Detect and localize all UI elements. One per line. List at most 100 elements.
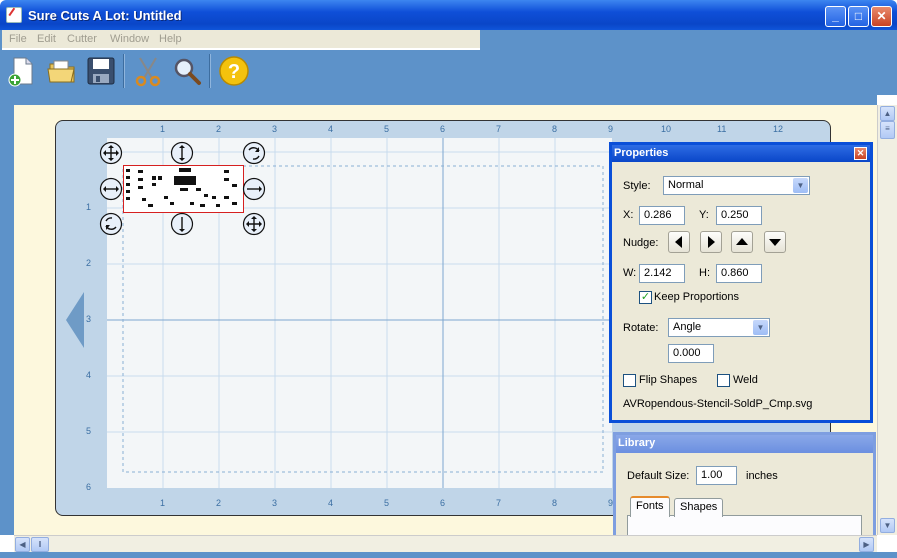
scroll-left-arrow-icon[interactable] — [66, 292, 84, 348]
resize-right-handle-icon[interactable] — [242, 177, 266, 201]
default-size-unit: inches — [746, 470, 778, 482]
scroll-right-icon[interactable]: ▶ — [859, 537, 874, 552]
chevron-down-icon[interactable]: ▼ — [753, 320, 768, 335]
ruler-tick: 12 — [773, 124, 784, 134]
menu-bar: File Edit Cutter Window Help — [0, 30, 897, 50]
x-input[interactable]: 0.286 — [639, 206, 685, 225]
ruler-tick: 4 — [328, 124, 334, 134]
flip-shapes-label: Flip Shapes — [639, 374, 698, 386]
ruler-tick: 2 — [216, 498, 222, 508]
vertical-scroll-thumb[interactable]: ≡ — [880, 121, 895, 139]
vertical-scrollbar[interactable]: ▲ ≡ ▼ — [877, 105, 897, 535]
ruler-tick: 2 — [86, 258, 92, 268]
nudge-label: Nudge: — [623, 237, 659, 249]
resize-corner-handle-icon[interactable] — [242, 212, 266, 236]
move-handle-icon[interactable] — [99, 141, 123, 165]
resize-vertical-handle-icon[interactable] — [170, 141, 194, 165]
menu-cutter[interactable]: Cutter — [67, 33, 97, 45]
width-input[interactable]: 2.142 — [639, 264, 685, 283]
nudge-left-button[interactable] — [668, 231, 690, 253]
maximize-button[interactable]: □ — [848, 6, 869, 27]
ruler-tick: 6 — [86, 482, 92, 492]
h-label: H: — [699, 267, 710, 279]
library-title-bar: Library — [616, 435, 873, 453]
w-label: W: — [623, 267, 637, 279]
rotate-handle-icon[interactable] — [242, 141, 266, 165]
ruler-tick: 9 — [608, 124, 614, 134]
library-panel: Library Default Size: 1.00 inches Fonts … — [613, 432, 876, 535]
rotate-angle-input[interactable]: 0.000 — [668, 344, 714, 363]
ruler-tick: 8 — [552, 498, 558, 508]
svg-text:?: ? — [228, 61, 240, 83]
default-size-label: Default Size: — [627, 470, 690, 482]
menu-help[interactable]: Help — [159, 33, 182, 45]
ruler-tick: 11 — [717, 124, 727, 134]
ruler-tick: 5 — [86, 426, 92, 436]
shape-filename: AVRopendous-Stencil-SoldP_Cmp.svg — [623, 398, 813, 410]
help-icon[interactable]: ? — [218, 55, 250, 87]
style-label: Style: — [623, 180, 651, 192]
selected-shape[interactable] — [123, 165, 244, 213]
nudge-up-button[interactable] — [731, 231, 753, 253]
save-disk-icon[interactable] — [85, 55, 117, 87]
menu-edit[interactable]: Edit — [37, 33, 56, 45]
properties-title: Properties — [614, 147, 669, 159]
ruler-tick: 10 — [661, 124, 672, 134]
scroll-left-icon[interactable]: ◀ — [15, 537, 30, 552]
scroll-up-icon[interactable]: ▲ — [880, 106, 895, 121]
ruler-tick: 3 — [272, 498, 278, 508]
open-folder-icon[interactable] — [46, 55, 78, 87]
minimize-button[interactable]: _ — [825, 6, 846, 27]
app-logo-icon — [6, 7, 22, 23]
new-document-icon[interactable] — [6, 55, 38, 87]
y-input[interactable]: 0.250 — [716, 206, 762, 225]
rotate-mode-value: Angle — [673, 321, 702, 333]
menu-window[interactable]: Window — [110, 33, 149, 45]
magnifier-icon[interactable] — [171, 55, 203, 87]
horizontal-scrollbar[interactable]: ◀ ‖ ▶ — [14, 535, 877, 552]
ruler-tick: 1 — [86, 202, 92, 212]
close-window-button[interactable]: ✕ — [871, 6, 892, 27]
window-bottom-border — [0, 552, 897, 558]
ruler-tick: 5 — [384, 124, 390, 134]
chevron-down-icon[interactable]: ▼ — [793, 178, 808, 193]
resize-horizontal-handle-icon[interactable] — [99, 177, 123, 201]
stencil-artwork — [126, 168, 237, 207]
properties-panel: Properties ✕ Style: Normal ▼ X: 0.286 Y:… — [609, 142, 873, 423]
ruler-tick: 2 — [216, 124, 222, 134]
nudge-right-button[interactable] — [700, 231, 722, 253]
arrow-up-icon — [736, 238, 748, 245]
weld-label: Weld — [733, 374, 758, 386]
default-size-input[interactable]: 1.00 — [696, 466, 737, 485]
resize-bottom-handle-icon[interactable] — [170, 212, 194, 236]
toolbar: ? — [0, 50, 897, 95]
ruler-tick: 3 — [86, 314, 92, 324]
weld-checkbox[interactable] — [717, 374, 730, 387]
window-title: Sure Cuts A Lot: Untitled — [28, 8, 182, 23]
scroll-down-icon[interactable]: ▼ — [880, 518, 895, 533]
tab-fonts[interactable]: Fonts — [630, 496, 670, 517]
scissors-cut-icon[interactable] — [132, 55, 164, 87]
rotate-label: Rotate: — [623, 322, 659, 334]
nudge-down-button[interactable] — [764, 231, 786, 253]
rotate-handle-icon[interactable] — [99, 212, 123, 236]
arrow-left-icon — [675, 236, 682, 248]
arrow-right-icon — [708, 236, 715, 248]
ruler-tick: 1 — [160, 498, 166, 508]
ruler-tick: 3 — [272, 124, 278, 134]
menu-file[interactable]: File — [9, 33, 27, 45]
flip-shapes-checkbox[interactable] — [623, 374, 636, 387]
properties-close-button[interactable]: ✕ — [854, 147, 867, 160]
rotate-mode-select[interactable]: Angle ▼ — [668, 318, 770, 337]
height-input[interactable]: 0.860 — [716, 264, 762, 283]
toolbar-separator — [209, 54, 211, 88]
ruler-tick: 4 — [328, 498, 334, 508]
horizontal-scroll-thumb[interactable]: ‖ — [31, 537, 49, 552]
ruler-tick: 5 — [384, 498, 390, 508]
style-select[interactable]: Normal ▼ — [663, 176, 810, 195]
top-ruler: 1 2 3 4 5 6 7 8 9 10 11 12 — [107, 124, 807, 138]
keep-proportions-checkbox[interactable]: ✓ — [639, 291, 652, 304]
tab-shapes[interactable]: Shapes — [674, 498, 724, 517]
ruler-tick: 6 — [440, 498, 446, 508]
ruler-tick: 7 — [496, 498, 502, 508]
